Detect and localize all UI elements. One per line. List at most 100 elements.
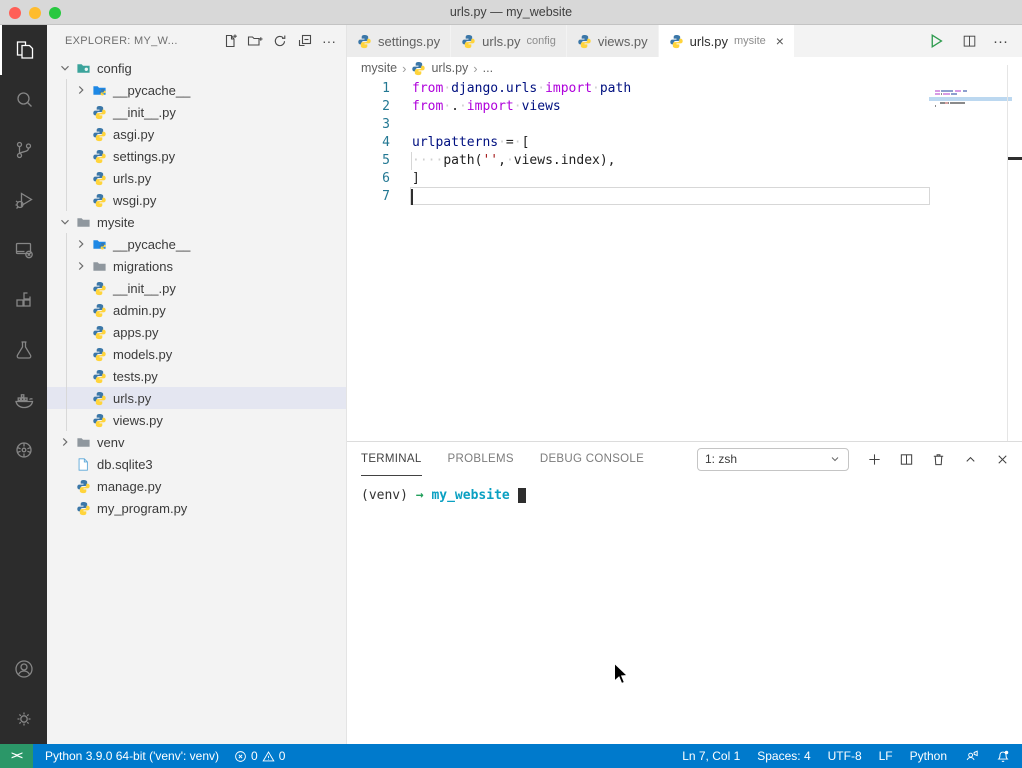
maximize-panel-icon[interactable] <box>963 452 978 467</box>
tree-item-label: admin.py <box>113 302 166 318</box>
close-icon[interactable]: × <box>776 34 784 48</box>
run-python-file-icon[interactable] <box>926 31 946 51</box>
tree-item-wsgi.py[interactable]: wsgi.py <box>47 189 346 211</box>
tree-item-my_program.py[interactable]: my_program.py <box>47 497 346 519</box>
source-control-icon[interactable] <box>0 125 47 175</box>
tree-item-config[interactable]: config <box>47 57 346 79</box>
tree-item-models.py[interactable]: models.py <box>47 343 346 365</box>
tree-item-urls.py[interactable]: urls.py <box>47 167 346 189</box>
tab-settings.py[interactable]: settings.py <box>347 25 452 57</box>
panel-header: TERMINAL PROBLEMS DEBUG CONSOLE 1: zsh <box>347 442 1022 476</box>
status-cursor-position[interactable]: Ln 7, Col 1 <box>682 749 740 763</box>
chevron-right-icon <box>57 435 73 449</box>
new-file-icon[interactable] <box>222 33 238 49</box>
tree-item-db.sqlite3[interactable]: db.sqlite3 <box>47 453 346 475</box>
tree-item-label: __pycache__ <box>113 236 191 252</box>
panel-tab-problems[interactable]: PROBLEMS <box>448 443 514 476</box>
overview-ruler <box>1007 65 1008 441</box>
account-icon[interactable] <box>0 644 47 694</box>
tree-item-manage.py[interactable]: manage.py <box>47 475 346 497</box>
kill-terminal-icon[interactable] <box>931 452 946 467</box>
tree-item-label: models.py <box>113 346 173 362</box>
tree-item-__init__.py[interactable]: __init__.py <box>47 277 346 299</box>
extensions-icon[interactable] <box>0 275 47 325</box>
search-icon[interactable] <box>0 75 47 125</box>
tree-item-apps.py[interactable]: apps.py <box>47 321 346 343</box>
split-terminal-icon[interactable] <box>899 452 914 467</box>
status-encoding[interactable]: UTF-8 <box>828 749 862 763</box>
new-folder-icon[interactable] <box>247 33 263 49</box>
editor-group: settings.py urls.py config views.py urls.py m… <box>347 25 1022 441</box>
minimap[interactable] <box>929 83 1012 107</box>
tab-label: urls.py <box>689 33 728 49</box>
python-icon <box>91 303 107 318</box>
tree-item-__pycache__[interactable]: __pycache__ <box>47 79 346 101</box>
python-icon <box>91 347 107 362</box>
tree-item-label: tests.py <box>113 368 158 384</box>
tree-item-label: mysite <box>97 214 135 230</box>
remote-explorer-icon[interactable] <box>0 225 47 275</box>
kubernetes-icon[interactable] <box>0 425 47 475</box>
new-terminal-icon[interactable] <box>867 452 882 467</box>
tree-item-urls.py[interactable]: urls.py <box>47 387 346 409</box>
tab-dir-hint: mysite <box>733 35 766 47</box>
status-indentation[interactable]: Spaces: 4 <box>757 749 810 763</box>
minimap-current-line <box>929 97 1012 101</box>
tree-item-__init__.py[interactable]: __init__.py <box>47 101 346 123</box>
breadcrumb-item[interactable]: mysite <box>361 61 397 75</box>
tab-views.py[interactable]: views.py <box>566 25 659 57</box>
docker-icon[interactable] <box>0 375 47 425</box>
tree-item-admin.py[interactable]: admin.py <box>47 299 346 321</box>
tree-item-asgi.py[interactable]: asgi.py <box>47 123 346 145</box>
status-problems[interactable]: 0 0 <box>234 749 285 763</box>
status-eol[interactable]: LF <box>879 749 893 763</box>
status-bar-left: Python 3.9.0 64-bit ('venv': venv) 0 0 <box>33 749 285 763</box>
tree-item-label: venv <box>97 434 125 450</box>
breadcrumb-item[interactable]: urls.py <box>431 61 468 75</box>
refresh-icon[interactable] <box>272 33 288 49</box>
more-actions-icon[interactable]: ··· <box>322 34 336 48</box>
more-editor-actions-icon[interactable]: ··· <box>993 33 1008 50</box>
breadcrumb: mysite › urls.py ›... <box>347 57 1022 79</box>
tree-item-label: db.sqlite3 <box>97 456 153 472</box>
tab-urls.py-config[interactable]: urls.py config <box>451 25 567 57</box>
tree-item-venv[interactable]: venv <box>47 431 346 453</box>
shell-select-value: 1: zsh <box>705 452 738 466</box>
notifications-bell-icon[interactable] <box>996 749 1010 763</box>
status-python-interpreter[interactable]: Python 3.9.0 64-bit ('venv': venv) <box>45 749 219 763</box>
testing-icon[interactable] <box>0 325 47 375</box>
tree-item-label: migrations <box>113 258 173 274</box>
tree-item-__pycache__[interactable]: __pycache__ <box>47 233 346 255</box>
tab-label: urls.py <box>482 33 521 49</box>
tree-item-views.py[interactable]: views.py <box>47 409 346 431</box>
tree-item-label: asgi.py <box>113 126 155 142</box>
feedback-icon[interactable] <box>964 749 979 763</box>
tree-item-mysite[interactable]: mysite <box>47 211 346 233</box>
minimize-window-button[interactable] <box>29 7 41 19</box>
overview-ruler-cursor-mark <box>1008 157 1022 160</box>
settings-gear-icon[interactable] <box>0 694 47 744</box>
tab-urls.py-mysite[interactable]: urls.py mysite × <box>658 25 795 57</box>
explorer-header: EXPLORER: MY_W... ··· <box>47 25 346 57</box>
terminal-shell-select[interactable]: 1: zsh <box>697 447 849 471</box>
split-editor-icon[interactable] <box>961 33 978 50</box>
remote-indicator[interactable]: >< <box>0 744 33 768</box>
panel-tab-debug-console[interactable]: DEBUG CONSOLE <box>540 443 644 476</box>
terminal-content[interactable]: (venv) → my_website <box>347 476 1022 516</box>
bottom-panel: TERMINAL PROBLEMS DEBUG CONSOLE 1: zsh (… <box>347 441 1022 744</box>
tree-item-tests.py[interactable]: tests.py <box>47 365 346 387</box>
explorer-icon[interactable] <box>0 25 47 75</box>
tree-item-settings.py[interactable]: settings.py <box>47 145 346 167</box>
editor[interactable]: 1234567 from·django.urls·import·path from… <box>347 79 1022 441</box>
zoom-window-button[interactable] <box>49 7 61 19</box>
close-window-button[interactable] <box>9 7 21 19</box>
close-panel-icon[interactable] <box>995 452 1010 467</box>
tree-item-migrations[interactable]: migrations <box>47 255 346 277</box>
run-and-debug-icon[interactable] <box>0 175 47 225</box>
tree-item-label: __pycache__ <box>113 82 191 98</box>
collapse-folders-icon[interactable] <box>297 33 313 49</box>
breadcrumb-item[interactable]: ... <box>483 61 493 75</box>
panel-tab-terminal[interactable]: TERMINAL <box>361 443 422 476</box>
status-language-mode[interactable]: Python <box>910 749 947 763</box>
